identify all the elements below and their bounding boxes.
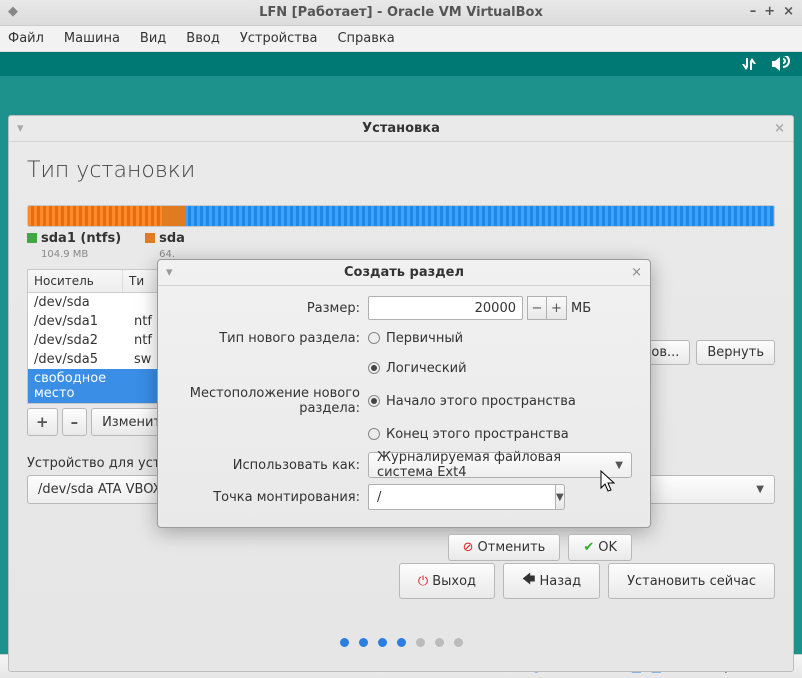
mount-point-input[interactable] (368, 484, 555, 510)
table-row[interactable]: /dev/sda5sw (28, 350, 166, 369)
radio-end[interactable]: Конец этого пространства (368, 427, 569, 442)
window-titlebar: ◆ LFN [Работает] - Oracle VM VirtualBox … (0, 0, 802, 26)
quit-button[interactable]: ⏻Выход (399, 563, 495, 599)
radio-logical[interactable]: Логический (368, 361, 467, 376)
dialog-close-icon[interactable]: × (631, 265, 642, 280)
maximize-button[interactable]: + (764, 4, 775, 19)
installer-menu-icon[interactable]: ▾ (17, 121, 24, 136)
menu-view[interactable]: Вид (140, 31, 166, 46)
menu-file[interactable]: Файл (8, 31, 44, 46)
partition-table[interactable]: Носитель Ти /dev/sda /dev/sda1ntf /dev/s… (27, 269, 167, 404)
app-icon: ◆ (8, 4, 18, 19)
close-button[interactable]: × (783, 4, 794, 19)
revert-button[interactable]: Вернуть (696, 340, 775, 365)
guest-tray (0, 52, 802, 76)
chevron-down-icon: ▼ (756, 484, 764, 495)
table-row[interactable]: /dev/sda2ntf (28, 331, 166, 350)
window-title: LFN [Работает] - Oracle VM VirtualBox (259, 5, 543, 20)
installer-close-icon[interactable]: × (774, 121, 785, 136)
sound-icon[interactable] (772, 56, 790, 72)
ok-button[interactable]: ✔OK (568, 534, 632, 561)
size-label: Размер: (168, 301, 368, 316)
page-heading: Тип установки (27, 158, 775, 183)
menubar: Файл Машина Вид Ввод Устройства Справка (0, 26, 802, 52)
menu-machine[interactable]: Машина (64, 31, 120, 46)
location-label: Местоположение нового раздела: (168, 386, 368, 416)
progress-dots (9, 638, 793, 647)
create-partition-dialog: ▾ Создать раздел × Размер: − + МБ (157, 259, 651, 528)
menu-help[interactable]: Справка (337, 31, 394, 46)
chevron-down-icon: ▼ (556, 492, 564, 503)
type-label: Тип нового раздела: (168, 331, 368, 346)
network-icon[interactable] (742, 56, 758, 72)
size-unit: МБ (571, 301, 591, 316)
remove-partition-button[interactable]: – (62, 408, 88, 436)
menu-devices[interactable]: Устройства (240, 31, 318, 46)
cancel-button[interactable]: ⊘Отменить (448, 534, 561, 561)
install-now-button[interactable]: Установить сейчас (608, 563, 775, 599)
size-decrease-button[interactable]: − (527, 296, 547, 320)
table-row[interactable]: /dev/sda (28, 293, 166, 312)
table-row-selected[interactable]: свободное место (28, 369, 166, 403)
back-button[interactable]: 🡄Назад (503, 563, 600, 599)
check-icon: ✔ (583, 540, 594, 555)
cancel-icon: ⊘ (463, 540, 474, 555)
disk-usage-bar (27, 205, 775, 227)
use-as-label: Использовать как: (168, 458, 368, 473)
mount-point-dropdown-button[interactable]: ▼ (555, 484, 565, 510)
mount-label: Точка монтирования: (168, 490, 368, 505)
add-partition-button[interactable]: + (27, 408, 58, 436)
dialog-title: Создать раздел (344, 265, 464, 280)
radio-begin[interactable]: Начало этого пространства (368, 394, 576, 409)
minimize-button[interactable]: – (750, 4, 757, 19)
menu-input[interactable]: Ввод (186, 31, 220, 46)
disk-legend: sda1 (ntfs)104.9 MB sda64. (27, 231, 775, 261)
installer-title: Установка (362, 121, 440, 136)
radio-primary[interactable]: Первичный (368, 331, 463, 346)
mount-point-combo[interactable]: ▼ (368, 484, 548, 510)
col-device[interactable]: Носитель (28, 270, 123, 292)
power-icon: ⏻ (418, 574, 428, 589)
dialog-menu-icon[interactable]: ▾ (166, 265, 173, 280)
filesystem-select[interactable]: Журналируемая файловая система Ext4▼ (368, 452, 632, 478)
table-row[interactable]: /dev/sda1ntf (28, 312, 166, 331)
arrow-left-icon: 🡄 (522, 570, 535, 592)
size-input[interactable] (368, 296, 523, 320)
chevron-down-icon: ▼ (615, 460, 623, 471)
guest-screen: ▾ Установка × Тип установки sda1 (ntfs)1… (0, 52, 802, 654)
installer-titlebar: ▾ Установка × (9, 116, 793, 142)
size-increase-button[interactable]: + (547, 296, 567, 320)
